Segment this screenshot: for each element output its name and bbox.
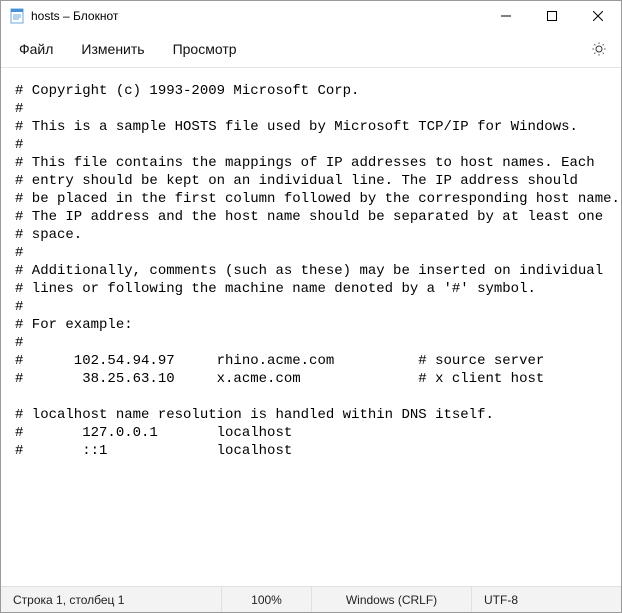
statusbar: Строка 1, столбец 1 100% Windows (CRLF) … [1, 586, 621, 612]
gear-icon [591, 41, 607, 57]
menu-edit[interactable]: Изменить [67, 35, 158, 63]
minimize-button[interactable] [483, 1, 529, 31]
text-editor[interactable]: # Copyright (c) 1993-2009 Microsoft Corp… [1, 68, 621, 586]
menu-view[interactable]: Просмотр [159, 35, 251, 63]
menubar: Файл Изменить Просмотр [1, 31, 621, 67]
titlebar[interactable]: hosts – Блокнот [1, 1, 621, 31]
status-line-ending: Windows (CRLF) [311, 587, 471, 612]
settings-button[interactable] [581, 31, 617, 67]
status-zoom[interactable]: 100% [221, 587, 311, 612]
window: hosts – Блокнот Файл Изменить Просмотр #… [0, 0, 622, 613]
app-icon [9, 8, 25, 24]
minimize-icon [501, 11, 511, 21]
maximize-button[interactable] [529, 1, 575, 31]
status-encoding: UTF-8 [471, 587, 621, 612]
status-position: Строка 1, столбец 1 [1, 587, 221, 612]
maximize-icon [547, 11, 557, 21]
window-title: hosts – Блокнот [31, 9, 118, 23]
close-icon [593, 11, 603, 21]
menu-file[interactable]: Файл [5, 35, 67, 63]
close-button[interactable] [575, 1, 621, 31]
